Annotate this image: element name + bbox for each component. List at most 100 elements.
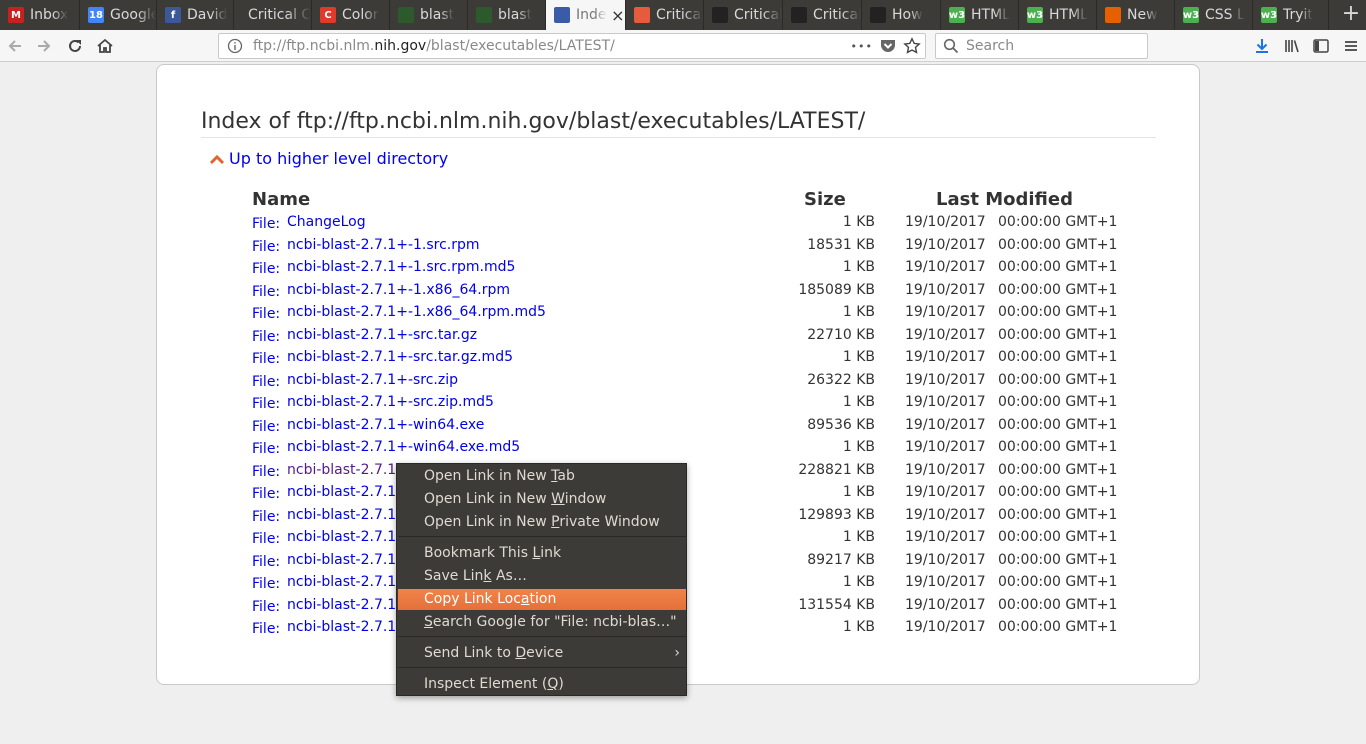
tab[interactable]: blast <box>390 0 468 30</box>
forward-arrow-icon <box>38 40 51 52</box>
menu-copy-link-location[interactable]: Copy Link Location <box>398 589 686 610</box>
url-bar[interactable]: ftp://ftp.ncbi.nlm.nih.gov/blast/executa… <box>218 33 926 59</box>
file-date: 19/10/2017 <box>905 326 986 343</box>
file-date: 19/10/2017 <box>905 619 986 635</box>
file-name-link[interactable]: ncbi-blast-2.7.1+ <box>287 507 408 523</box>
file-row: File: ncbi-blast-2.7.1+-src.zip 26322 KB 19… <box>157 370 1201 392</box>
menu-open-private-window[interactable]: Open Link in New Private Window <box>398 512 686 533</box>
sushi-icon <box>634 7 650 23</box>
file-name-link[interactable]: ncbi-blast-2.7.1+-1.src.rpm.md5 <box>287 259 515 275</box>
file-size: 1 KB <box>842 394 875 410</box>
file-date: 19/10/2017 <box>905 484 986 500</box>
sidebar-icon <box>1313 39 1329 53</box>
file-date: 19/10/2017 <box>905 574 986 590</box>
column-header-last-modified[interactable]: Last Modified <box>936 189 1073 210</box>
menu-button[interactable] <box>1339 34 1363 58</box>
bookmark-star-icon[interactable] <box>903 37 921 55</box>
menu-item-accesskey: D <box>515 645 527 661</box>
menu-send-link-to-device[interactable]: Send Link to Device › <box>398 643 686 664</box>
tab-title: Google Calendar <box>110 7 156 23</box>
search-input[interactable] <box>966 38 1136 54</box>
column-header-size[interactable]: Size <box>804 189 846 210</box>
library-button[interactable] <box>1280 34 1304 58</box>
tab[interactable]: Critical <box>626 0 704 30</box>
file-name-link[interactable]: ncbi-blast-2.7.1+-src.zip.md5 <box>287 394 494 410</box>
menu-separator <box>398 636 686 637</box>
tab[interactable]: New <box>1097 0 1175 30</box>
menu-separator <box>398 667 686 668</box>
tab[interactable]: w3 CSS L <box>1175 0 1253 30</box>
menu-item-label: ink <box>540 545 562 561</box>
column-header-name[interactable]: Name <box>252 189 310 210</box>
file-date: 19/10/2017 <box>905 416 986 433</box>
pocket-icon[interactable] <box>879 37 897 55</box>
menu-open-new-window[interactable]: Open Link in New Window <box>398 489 686 510</box>
tab[interactable]: Critical <box>704 0 783 30</box>
color-icon: C <box>320 7 336 23</box>
menu-item-label: indow <box>564 491 607 507</box>
up-directory-link[interactable]: Up to higher level directory <box>209 149 448 168</box>
menu-search-google[interactable]: Search Google for "File: ncbi-blas…" <box>398 612 686 633</box>
new-tab-button[interactable]: + <box>1336 0 1366 30</box>
downloads-button[interactable] <box>1250 34 1274 58</box>
submenu-arrow-icon: › <box>674 645 680 661</box>
tab-title: Critical <box>656 7 703 23</box>
tab[interactable]: M Inbox <box>0 0 80 30</box>
tab-title: HTML <box>971 7 1010 23</box>
tab-close-button[interactable]: × <box>611 6 625 25</box>
tab[interactable]: Index× <box>546 0 626 30</box>
menu-item-label: ) <box>558 676 564 692</box>
file-name-link[interactable]: ncbi-blast-2.7.1+ <box>287 484 408 500</box>
file-name-link[interactable]: ncbi-blast-2.7.1+-src.zip <box>287 372 458 388</box>
file-row: File: ncbi-blast-2.7.1+-src.zip.md5 1 KB 19… <box>157 392 1201 414</box>
file-name-link[interactable]: ChangeLog <box>287 214 366 230</box>
file-name-link[interactable]: ncbi-blast-2.7.1+-1.x86_64.rpm.md5 <box>287 304 546 320</box>
file-name-link[interactable]: ncbi-blast-2.7.1+-1.x86_64.rpm <box>287 282 510 298</box>
file-date: 19/10/2017 <box>905 371 986 388</box>
tab[interactable]: blast <box>468 0 546 30</box>
forward-button[interactable] <box>32 34 56 58</box>
info-icon[interactable] <box>227 38 243 54</box>
tab[interactable]: C Color <box>312 0 390 30</box>
tab[interactable]: Critical <box>783 0 862 30</box>
tab[interactable]: w3 HTML <box>1019 0 1097 30</box>
tab-title: Tryit <box>1283 7 1313 23</box>
menu-open-new-tab[interactable]: Open Link in New Tab <box>398 466 686 487</box>
tab[interactable]: 18 Google Calendar <box>80 0 157 30</box>
file-name-link[interactable]: ncbi-blast-2.7.1+-src.tar.gz <box>287 327 477 343</box>
file-name-link[interactable]: ncbi-blast-2.7.1+-win64.exe <box>287 417 484 433</box>
menu-separator <box>398 536 686 537</box>
menu-save-link-as[interactable]: Save Link As… <box>398 566 686 587</box>
menu-bookmark-link[interactable]: Bookmark This Link <box>398 543 686 564</box>
menu-inspect-element[interactable]: Inspect Element (Q) <box>398 674 686 695</box>
file-size: 1 KB <box>842 529 875 545</box>
back-button[interactable] <box>3 34 27 58</box>
search-bar[interactable] <box>935 33 1148 59</box>
file-name-link[interactable]: ncbi-blast-2.7.1+-1.src.rpm <box>287 237 480 253</box>
tab[interactable]: How <box>862 0 941 30</box>
file-name-link[interactable]: ncbi-blast-2.7.1+-win64.exe.md5 <box>287 439 520 455</box>
tab[interactable]: w3 HTML <box>941 0 1019 30</box>
facebook-icon: f <box>165 7 181 23</box>
file-name-link[interactable]: ncbi-blast-2.7.1+ <box>287 462 408 478</box>
tab[interactable]: f David <box>157 0 234 30</box>
url-text[interactable]: ftp://ftp.ncbi.nlm.nih.gov/blast/executa… <box>253 38 615 54</box>
file-name-link[interactable]: ncbi-blast-2.7.1+-src.tar.gz.md5 <box>287 349 513 365</box>
file-time: 00:00:00 GMT+1 <box>998 574 1118 590</box>
file-name-link[interactable]: ncbi-blast-2.7.1+ <box>287 574 408 590</box>
file-name-link[interactable]: ncbi-blast-2.7.1+ <box>287 529 408 545</box>
home-button[interactable] <box>93 34 117 58</box>
file-name-link[interactable]: ncbi-blast-2.7.1+ <box>287 619 408 635</box>
sidebar-button[interactable] <box>1309 34 1333 58</box>
file-time: 00:00:00 GMT+1 <box>998 326 1118 343</box>
file-name-link[interactable]: ncbi-blast-2.7.1+ <box>287 597 408 613</box>
file-size: 1 KB <box>842 439 875 455</box>
file-type-label: File: <box>252 531 281 547</box>
reload-button[interactable] <box>63 34 87 58</box>
tab-title: David <box>187 7 228 23</box>
tab[interactable]: w3 Tryit <box>1253 0 1329 30</box>
file-name-link[interactable]: ncbi-blast-2.7.1+ <box>287 552 408 568</box>
file-type-label: File: <box>252 261 281 277</box>
tab[interactable]: Critical Creative <box>234 0 312 30</box>
page-actions-button[interactable]: ••• <box>851 40 873 53</box>
